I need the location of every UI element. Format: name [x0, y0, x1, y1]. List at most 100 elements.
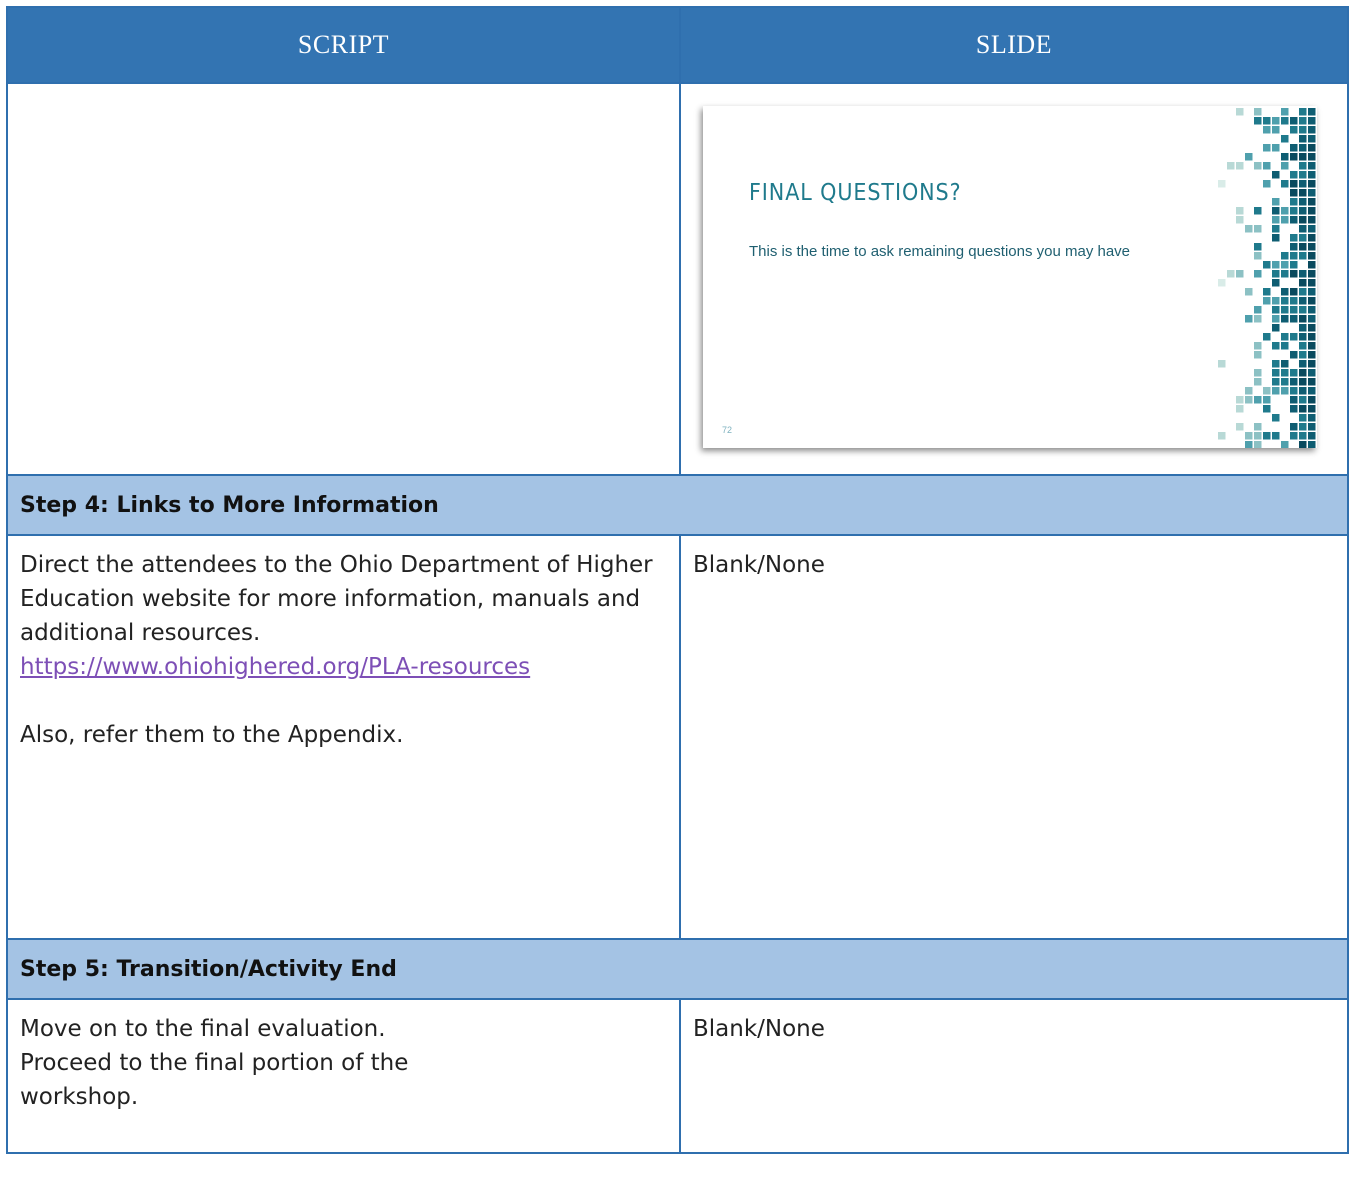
mosaic-square [1299, 360, 1307, 368]
mosaic-square [1290, 432, 1298, 440]
mosaic-square [1290, 387, 1298, 395]
mosaic-square [1272, 342, 1280, 350]
mosaic-square [1263, 387, 1271, 395]
mosaic-square [1281, 315, 1289, 323]
mosaic-square [1308, 108, 1316, 116]
mosaic-square [1299, 243, 1307, 251]
mosaic-square [1281, 117, 1289, 125]
step4-script-text: Direct the attendees to the Ohio Departm… [20, 552, 653, 646]
step5-line1: Move on to the final evaluation. [20, 1016, 386, 1042]
mosaic-square [1308, 432, 1316, 440]
mosaic-square [1236, 216, 1244, 224]
mosaic-square [1299, 414, 1307, 422]
step5-line3: workshop. [20, 1084, 139, 1110]
mosaic-square [1254, 396, 1262, 404]
mosaic-square [1299, 126, 1307, 134]
mosaic-square [1290, 261, 1298, 269]
table-header-row: SCRIPT SLIDE [6, 6, 1349, 84]
step4-slide-text: Blank/None [693, 552, 825, 578]
step4-heading: Step 4: Links to More Information [6, 474, 1349, 536]
mosaic-square [1308, 207, 1316, 215]
mosaic-square [1236, 108, 1244, 116]
pla-resources-link[interactable]: https://www.ohiohighered.org/PLA-resourc… [20, 650, 667, 684]
step5-script-cell: Move on to the final evaluation. Proceed… [6, 998, 681, 1154]
mosaic-square [1254, 207, 1262, 215]
mosaic-square [1254, 369, 1262, 377]
mosaic-square [1254, 441, 1262, 448]
mosaic-square [1290, 297, 1298, 305]
mosaic-square [1254, 432, 1262, 440]
mosaic-square [1254, 423, 1262, 431]
mosaic-square [1308, 225, 1316, 233]
mosaic-square [1281, 342, 1289, 350]
mosaic-square [1308, 153, 1316, 161]
mosaic-square [1254, 225, 1262, 233]
step-heading-row: Step 5: Transition/Activity End [6, 938, 1349, 1000]
mosaic-square [1272, 207, 1280, 215]
slide-thumbnail: FINAL QUESTIONS? This is the time to ask… [703, 106, 1317, 448]
mosaic-square [1299, 369, 1307, 377]
table-row: Move on to the final evaluation. Proceed… [6, 998, 1349, 1154]
mosaic-square [1272, 306, 1280, 314]
mosaic-square [1308, 261, 1316, 269]
step4-script-text2: Also, refer them to the Appendix. [20, 722, 404, 748]
step5-heading: Step 5: Transition/Activity End [6, 938, 1349, 1000]
script-column-header: SCRIPT [6, 6, 681, 84]
mosaic-square [1299, 207, 1307, 215]
mosaic-square [1236, 405, 1244, 413]
mosaic-square [1263, 405, 1271, 413]
mosaic-square [1299, 387, 1307, 395]
mosaic-square [1290, 234, 1298, 242]
mosaic-square [1299, 432, 1307, 440]
mosaic-square [1245, 441, 1253, 448]
mosaic-square [1254, 378, 1262, 386]
mosaic-square [1245, 396, 1253, 404]
mosaic-square [1290, 306, 1298, 314]
mosaic-square [1272, 270, 1280, 278]
mosaic-square [1218, 432, 1226, 440]
mosaic-square [1299, 270, 1307, 278]
mosaic-square [1272, 414, 1280, 422]
mosaic-square [1308, 360, 1316, 368]
mosaic-square [1281, 306, 1289, 314]
mosaic-square [1299, 297, 1307, 305]
step5-line2: Proceed to the final portion of the [20, 1050, 409, 1076]
mosaic-square [1290, 180, 1298, 188]
mosaic-square [1272, 261, 1280, 269]
mosaic-square [1308, 306, 1316, 314]
mosaic-square [1272, 279, 1280, 287]
mosaic-square [1254, 162, 1262, 170]
mosaic-square [1254, 342, 1262, 350]
mosaic-square [1281, 261, 1289, 269]
mosaic-square [1308, 243, 1316, 251]
mosaic-square [1272, 117, 1280, 125]
mosaic-square [1308, 441, 1316, 448]
mosaic-square [1263, 144, 1271, 152]
mosaic-square [1227, 270, 1235, 278]
mosaic-square [1254, 117, 1262, 125]
mosaic-square [1290, 369, 1298, 377]
mosaic-square [1227, 162, 1235, 170]
mosaic-square [1272, 360, 1280, 368]
mosaic-square [1254, 306, 1262, 314]
mosaic-square [1308, 126, 1316, 134]
mosaic-square [1308, 252, 1316, 260]
step4-script-cell: Direct the attendees to the Ohio Departm… [6, 534, 681, 940]
mosaic-square [1263, 162, 1271, 170]
pixel-mosaic-decoration [1218, 108, 1316, 448]
mosaic-square [1281, 333, 1289, 341]
mosaic-square [1236, 207, 1244, 215]
slide-cell: FINAL QUESTIONS? This is the time to ask… [679, 82, 1349, 476]
mosaic-square [1308, 234, 1316, 242]
mosaic-square [1272, 198, 1280, 206]
mosaic-square [1299, 252, 1307, 260]
mosaic-square [1299, 351, 1307, 359]
mosaic-square [1245, 432, 1253, 440]
mosaic-square [1263, 117, 1271, 125]
mosaic-square [1299, 441, 1307, 448]
table-row: FINAL QUESTIONS? This is the time to ask… [6, 82, 1349, 476]
mosaic-square [1263, 180, 1271, 188]
mosaic-square [1308, 387, 1316, 395]
mosaic-square [1299, 396, 1307, 404]
mosaic-square [1281, 135, 1289, 143]
